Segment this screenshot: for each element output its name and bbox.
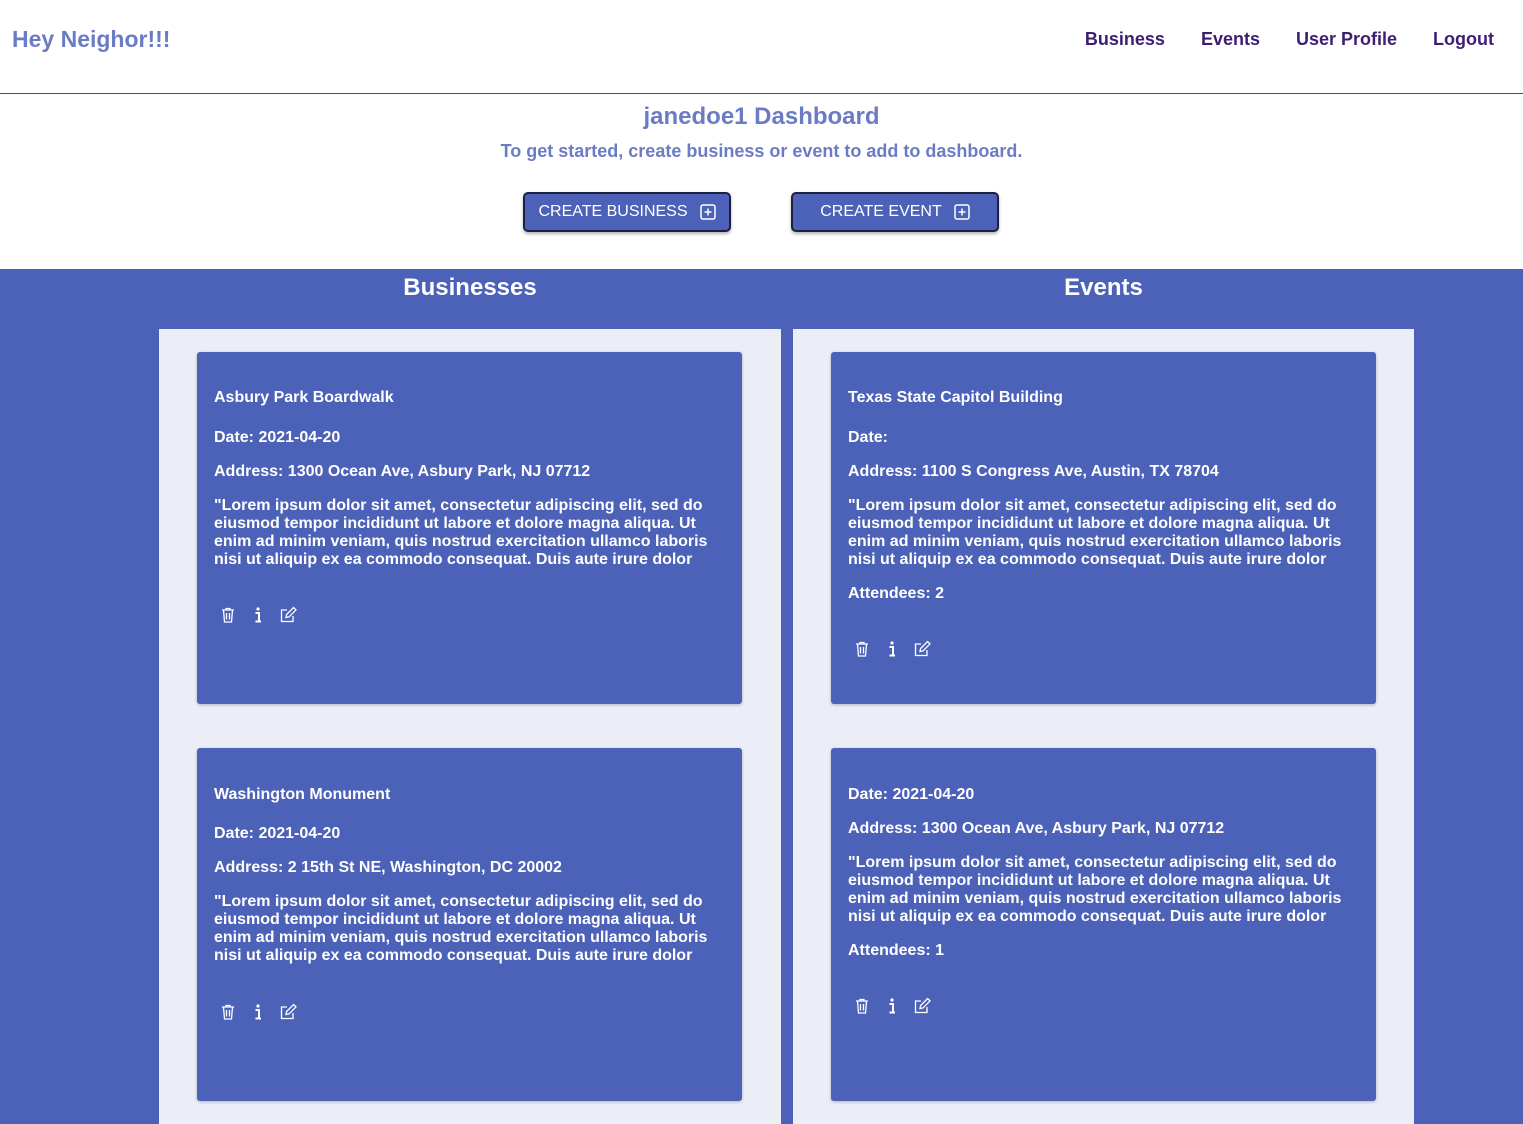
nav-links: Business Events User Profile Logout — [1085, 29, 1494, 50]
trash-icon[interactable] — [219, 1003, 237, 1021]
nav-link-events[interactable]: Events — [1201, 29, 1260, 50]
event-date: Date: 2021-04-20 — [848, 786, 975, 803]
card-actions — [219, 1003, 297, 1021]
trash-icon[interactable] — [219, 606, 237, 624]
info-icon[interactable] — [249, 606, 267, 624]
description-line: nisi ut aliquip ex ea commodo consequat.… — [848, 908, 1327, 925]
event-description: "Lorem ipsum dolor sit amet, consectetur… — [848, 497, 1341, 569]
info-icon[interactable] — [883, 640, 901, 658]
business-address: Address: 2 15th St NE, Washington, DC 20… — [214, 859, 562, 876]
business-description: "Lorem ipsum dolor sit amet, consectetur… — [214, 893, 707, 965]
description-line: enim ad minim veniam, quis nostrud exerc… — [848, 890, 1342, 907]
event-card: Date: 2021-04-20 Address: 1300 Ocean Ave… — [831, 748, 1376, 1101]
plus-square-icon — [954, 204, 970, 220]
edit-icon[interactable] — [279, 606, 297, 624]
business-card: Washington Monument Date: 2021-04-20 Add… — [197, 748, 742, 1101]
nav-link-user-profile[interactable]: User Profile — [1296, 29, 1397, 50]
page-subtitle: To get started, create business or event… — [500, 141, 1023, 161]
businesses-heading: Businesses — [403, 274, 537, 301]
description-line: nisi ut aliquip ex ea commodo consequat.… — [214, 947, 693, 964]
nav-link-logout[interactable]: Logout — [1433, 29, 1494, 50]
event-date: Date: — [848, 429, 889, 446]
plus-square-icon — [699, 204, 716, 220]
event-attendees: Attendees: 2 — [848, 585, 945, 602]
business-address: Address: 1300 Ocean Ave, Asbury Park, NJ… — [214, 463, 591, 480]
event-name: Texas State Capitol Building — [848, 389, 1063, 406]
trash-icon[interactable] — [853, 997, 871, 1015]
edit-icon[interactable] — [913, 640, 931, 658]
description-line: "Lorem ipsum dolor sit amet, consectetur… — [214, 893, 703, 910]
description-line: enim ad minim veniam, quis nostrud exerc… — [848, 533, 1342, 550]
trash-icon[interactable] — [853, 640, 871, 658]
description-line: enim ad minim veniam, quis nostrud exerc… — [214, 533, 708, 550]
description-line: nisi ut aliquip ex ea commodo consequat.… — [848, 551, 1327, 568]
events-heading: Events — [1064, 274, 1143, 301]
description-line: eiusmod tempor incididunt ut labore et d… — [214, 911, 696, 928]
info-icon[interactable] — [883, 997, 901, 1015]
description-line: "Lorem ipsum dolor sit amet, consectetur… — [848, 497, 1337, 514]
edit-icon[interactable] — [913, 997, 931, 1015]
business-date: Date: 2021-04-20 — [214, 429, 341, 446]
business-card: Asbury Park Boardwalk Date: 2021-04-20 A… — [197, 352, 742, 704]
info-icon[interactable] — [249, 1003, 267, 1021]
edit-icon[interactable] — [279, 1003, 297, 1021]
event-address: Address: 1100 S Congress Ave, Austin, TX… — [848, 463, 1219, 480]
create-business-label: CREATE BUSINESS — [538, 203, 688, 220]
description-line: eiusmod tempor incididunt ut labore et d… — [848, 515, 1330, 532]
create-business-button[interactable]: CREATE BUSINESS — [523, 192, 731, 232]
page-title: janedoe1 Dashboard — [643, 103, 880, 130]
description-line: eiusmod tempor incididunt ut labore et d… — [848, 872, 1330, 889]
business-description: "Lorem ipsum dolor sit amet, consectetur… — [214, 497, 707, 569]
create-event-button[interactable]: CREATE EVENT — [791, 192, 999, 232]
description-line: nisi ut aliquip ex ea commodo consequat.… — [214, 551, 693, 568]
event-card: Texas State Capitol Building Date: Addre… — [831, 352, 1376, 704]
event-attendees: Attendees: 1 — [848, 942, 945, 959]
business-name: Washington Monument — [214, 786, 391, 803]
business-date: Date: 2021-04-20 — [214, 825, 341, 842]
create-event-label: CREATE EVENT — [820, 203, 942, 220]
brand-logo[interactable]: Hey Neighor!!! — [12, 26, 170, 53]
card-actions — [853, 640, 931, 658]
description-line: "Lorem ipsum dolor sit amet, consectetur… — [214, 497, 703, 514]
business-name: Asbury Park Boardwalk — [214, 389, 394, 406]
description-line: eiusmod tempor incididunt ut labore et d… — [214, 515, 696, 532]
event-address: Address: 1300 Ocean Ave, Asbury Park, NJ… — [848, 820, 1225, 837]
event-description: "Lorem ipsum dolor sit amet, consectetur… — [848, 854, 1341, 926]
card-actions — [219, 606, 297, 624]
top-navbar: Hey Neighor!!! Business Events User Prof… — [0, 0, 1523, 94]
card-actions — [853, 997, 931, 1015]
description-line: "Lorem ipsum dolor sit amet, consectetur… — [848, 854, 1337, 871]
description-line: enim ad minim veniam, quis nostrud exerc… — [214, 929, 708, 946]
nav-link-business[interactable]: Business — [1085, 29, 1165, 50]
